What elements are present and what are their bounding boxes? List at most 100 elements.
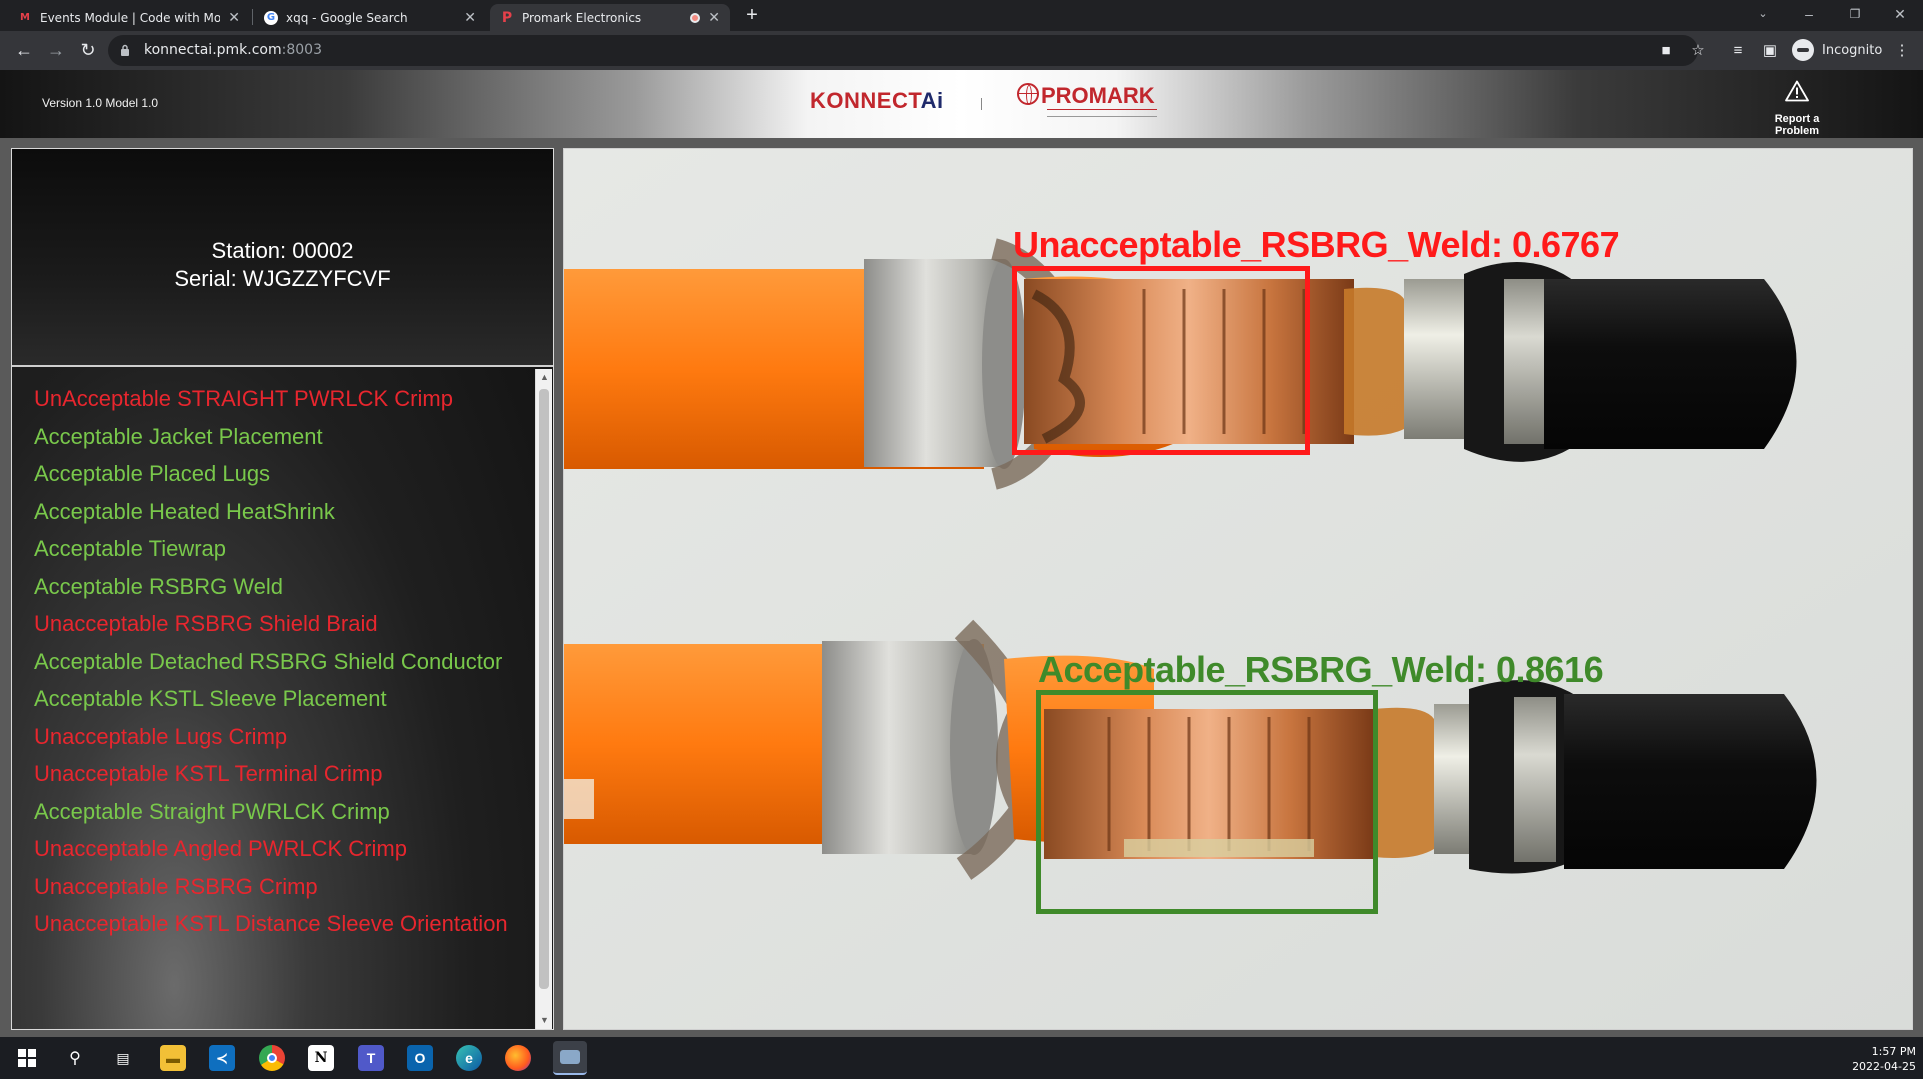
app-header: Version 1.0 Model 1.0 KONNECTAi PROMARK … [0, 70, 1923, 138]
promark-logo: PROMARK [1017, 83, 1165, 127]
promark-text: PROMARK [1041, 83, 1155, 108]
tab-title: Promark Electronics [522, 10, 642, 25]
minimize-button[interactable]: – [1786, 0, 1832, 31]
detection-class: Unacceptable_RSBRG_Weld: [1013, 224, 1503, 265]
report-problem-button[interactable]: Report a Problem [1752, 80, 1842, 137]
inspection-item: Acceptable Straight PWRLCK Crimp [34, 798, 390, 824]
inspection-item: UnAcceptable STRAIGHT PWRLCK Crimp [34, 386, 453, 411]
notion-icon[interactable]: N [308, 1045, 334, 1071]
mosh-icon: M [20, 12, 30, 23]
detection-box-acceptable [1036, 690, 1378, 914]
firefox-icon[interactable] [505, 1045, 531, 1071]
file-explorer-icon[interactable]: ▬ [160, 1045, 186, 1071]
search-icon[interactable]: ⚲ [62, 1045, 88, 1071]
scroll-down-icon[interactable]: ▼ [536, 1012, 553, 1029]
reload-icon[interactable]: ↻ [77, 40, 99, 62]
logo-rule [1047, 109, 1157, 110]
logo-rule [1047, 116, 1157, 117]
bottom-boot [1564, 694, 1817, 869]
close-window-button[interactable]: ✕ [1877, 0, 1923, 31]
promark-icon: P [501, 9, 513, 26]
inspection-list-viewport[interactable]: UnAcceptable STRAIGHT PWRLCK Crimp Accept… [12, 369, 553, 1029]
inspection-item: Unacceptable RSBRG Shield Braid [34, 611, 378, 636]
forward-arrow-icon[interactable]: → [45, 40, 67, 62]
vscode-icon[interactable]: ≺ [209, 1045, 235, 1071]
scroll-up-icon[interactable]: ▲ [536, 369, 553, 386]
inspection-item: Acceptable Heated HeatShrink [34, 498, 335, 524]
app-icon[interactable] [553, 1041, 587, 1075]
camera-icon[interactable]: ■ [1656, 41, 1676, 61]
inspection-item: Acceptable Jacket Placement [34, 423, 323, 449]
globe-icon [1017, 83, 1039, 105]
logo-divider [981, 98, 982, 110]
teams-icon[interactable]: T [358, 1045, 384, 1071]
inspection-item: Unacceptable Angled PWRLCK Crimp [34, 836, 407, 861]
incognito-label: Incognito [1822, 42, 1883, 58]
inspection-image: Unacceptable_RSBRG_Weld: 0.6767 Acceptab… [563, 148, 1913, 1030]
inspection-list: UnAcceptable STRAIGHT PWRLCK Crimp Accept… [34, 385, 514, 948]
close-tab-icon[interactable]: ✕ [464, 10, 476, 26]
side-panel-icon[interactable]: ▣ [1760, 41, 1780, 61]
close-tab-icon[interactable]: ✕ [708, 10, 720, 26]
ai-text: Ai [920, 88, 944, 113]
konnect-text: KONNECT [810, 88, 921, 113]
warning-icon [1785, 80, 1809, 102]
back-arrow-icon[interactable]: ← [13, 40, 35, 62]
close-tab-icon[interactable]: ✕ [228, 10, 240, 26]
tab-search-icon[interactable]: ⌄ [1740, 0, 1786, 31]
task-view-icon[interactable]: ▤ [110, 1045, 136, 1071]
detection-label-unacceptable: Unacceptable_RSBRG_Weld: 0.6767 [1013, 224, 1620, 266]
system-clock[interactable]: 1:57 PM 2022-04-25 [1850, 1044, 1916, 1074]
restore-button[interactable]: ❐ [1832, 0, 1878, 31]
tab-title: xqq - Google Search [286, 10, 408, 25]
inspection-item: Unacceptable RSBRG Crimp [34, 873, 318, 899]
edge-icon[interactable]: e [456, 1045, 482, 1071]
chrome-icon[interactable] [259, 1045, 285, 1071]
tab-divider [252, 9, 253, 25]
inspection-list-scrollbar[interactable]: ▲ ▼ [535, 369, 552, 1029]
browser-tab-bar: M Events Module | Code with Mosh ✕ G xqq… [0, 0, 1923, 31]
url-text: konnectai.pmk.com:8003 [144, 42, 322, 58]
incognito-icon [1792, 39, 1814, 61]
more-menu-icon[interactable]: ⋮ [1892, 41, 1912, 61]
windows-taskbar: ⚲ ▤ ▬ ≺ N T O e 1:57 PM 2022-04-25 [0, 1037, 1923, 1079]
konnectai-logo: KONNECTAi [810, 88, 944, 114]
browser-toolbar: ← → ↻ konnectai.pmk.com:8003 ■ ☆ ≡ ▣ Inc… [0, 31, 1923, 70]
incognito-profile[interactable]: Incognito [1792, 39, 1882, 61]
reading-list-icon[interactable]: ≡ [1728, 41, 1748, 61]
address-bar[interactable]: konnectai.pmk.com:8003 [108, 35, 1698, 66]
lock-icon [121, 44, 129, 56]
tab-promark-electronics[interactable]: P Promark Electronics ✕ [490, 4, 730, 31]
detection-class: Acceptable_RSBRG_Weld: [1038, 649, 1487, 690]
inspection-item: Unacceptable KSTL Distance Sleeve Orient… [34, 911, 508, 936]
outlook-icon[interactable]: O [407, 1045, 433, 1071]
bookmark-star-icon[interactable]: ☆ [1688, 41, 1708, 61]
tab-google-search[interactable]: G xqq - Google Search ✕ [254, 4, 486, 31]
url-host: konnectai.pmk.com [144, 42, 282, 58]
detection-box-unacceptable [1012, 266, 1310, 455]
google-icon: G [264, 10, 278, 25]
station-label: Station: 00002 [211, 238, 354, 263]
serial-label: Serial: WJGZZYFCVF [174, 266, 391, 291]
report-problem-label: Report a Problem [1774, 113, 1820, 137]
clock-date: 2022-04-25 [1852, 1060, 1916, 1073]
scrollbar-thumb[interactable] [539, 389, 549, 989]
top-boot [1544, 279, 1797, 449]
inspection-item: Unacceptable Lugs Crimp [34, 723, 288, 749]
inspection-item: Unacceptable KSTL Terminal Crimp [34, 761, 383, 786]
windows-start-icon[interactable] [14, 1045, 40, 1071]
version-label: Version 1.0 Model 1.0 [42, 96, 159, 110]
recording-icon [690, 12, 701, 23]
detection-score: 0.6767 [1511, 224, 1620, 265]
inspection-item: Acceptable KSTL Sleeve Placement [34, 686, 387, 711]
inspection-item: Acceptable Detached RSBRG Shield Conduct… [34, 648, 503, 674]
new-tab-button[interactable]: + [740, 4, 764, 28]
inspection-item: Acceptable Placed Lugs [34, 461, 271, 486]
tab-title: Events Module | Code with Mosh [40, 10, 221, 25]
app-viewport: Version 1.0 Model 1.0 KONNECTAi PROMARK … [0, 70, 1923, 1037]
detection-label-acceptable: Acceptable_RSBRG_Weld: 0.8616 [1038, 649, 1604, 691]
tab-events-module[interactable]: M Events Module | Code with Mosh ✕ [8, 4, 250, 31]
station-info: Station: 00002 Serial: WJGZZYFCVF [12, 149, 553, 367]
inspection-panel: Station: 00002 Serial: WJGZZYFCVF UnAcce… [11, 148, 554, 1030]
detection-score: 0.8616 [1495, 649, 1604, 690]
